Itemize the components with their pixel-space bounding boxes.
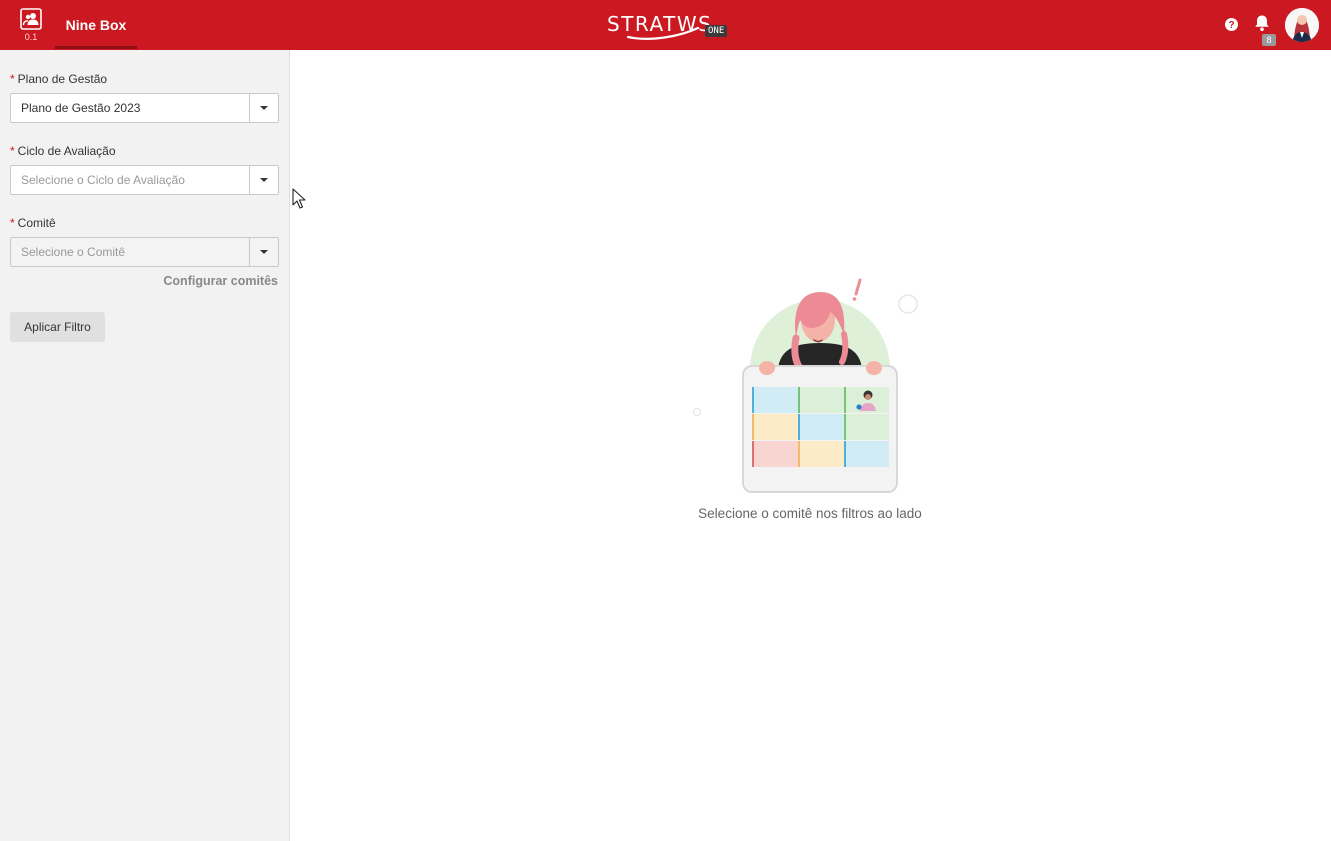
ciclo-de-avaliacao-select[interactable]: Selecione o Ciclo de Avaliação	[10, 165, 279, 195]
top-bar: 0.1 Nine Box STRATWS ONE ? 8	[0, 0, 1331, 50]
tab-nine-box[interactable]: Nine Box	[55, 0, 137, 50]
bell-icon	[1255, 15, 1269, 31]
plano-de-gestao-dropdown-toggle[interactable]	[249, 94, 278, 122]
notifications-button[interactable]: 8	[1253, 14, 1276, 48]
plano-de-gestao-select[interactable]: Plano de Gestão 2023	[10, 93, 279, 123]
required-asterisk: *	[10, 144, 15, 158]
comite-select[interactable]: Selecione o Comitê	[10, 237, 279, 267]
comite-dropdown-toggle[interactable]	[249, 238, 278, 266]
caret-down-icon	[260, 106, 268, 110]
module-version: 0.1	[24, 32, 38, 42]
empty-state-message: Selecione o comitê nos filtros ao lado	[698, 506, 922, 521]
mouse-cursor-icon	[292, 188, 306, 209]
filter-sidebar: * Plano de Gestão Plano de Gestão 2023 * C…	[0, 50, 290, 841]
caret-down-icon	[260, 250, 268, 254]
comite-label: * Comitê	[10, 216, 56, 230]
help-button[interactable]: ?	[1224, 17, 1239, 32]
notification-count-badge: 8	[1262, 34, 1276, 46]
brand-logo: STRATWS ONE	[606, 6, 730, 42]
help-icon: ?	[1225, 18, 1238, 31]
ciclo-de-avaliacao-label: * Ciclo de Avaliação	[10, 144, 116, 158]
configurar-comites-link[interactable]: Configurar comitês	[163, 274, 278, 288]
ciclo-de-avaliacao-dropdown-toggle[interactable]	[249, 166, 278, 194]
brand-suffix: ONE	[705, 25, 728, 37]
nine-box-grid-illustration	[692, 278, 918, 493]
tab-nine-box-label: Nine Box	[65, 17, 127, 33]
required-asterisk: *	[10, 216, 15, 230]
plano-de-gestao-value: Plano de Gestão 2023	[21, 101, 141, 115]
svg-text:?: ?	[1228, 20, 1234, 31]
ciclo-de-avaliacao-placeholder: Selecione o Ciclo de Avaliação	[21, 173, 185, 187]
plano-de-gestao-label: * Plano de Gestão	[10, 72, 108, 86]
user-avatar-image	[1285, 8, 1319, 42]
aplicar-filtro-button[interactable]: Aplicar Filtro	[10, 312, 105, 342]
user-avatar[interactable]	[1285, 8, 1319, 42]
module-switcher-button[interactable]: 0.1	[18, 8, 44, 44]
people-card-icon	[20, 8, 42, 30]
comite-placeholder: Selecione o Comitê	[21, 245, 126, 259]
active-tab-indicator	[55, 46, 137, 49]
caret-down-icon	[260, 178, 268, 182]
required-asterisk: *	[10, 72, 15, 86]
